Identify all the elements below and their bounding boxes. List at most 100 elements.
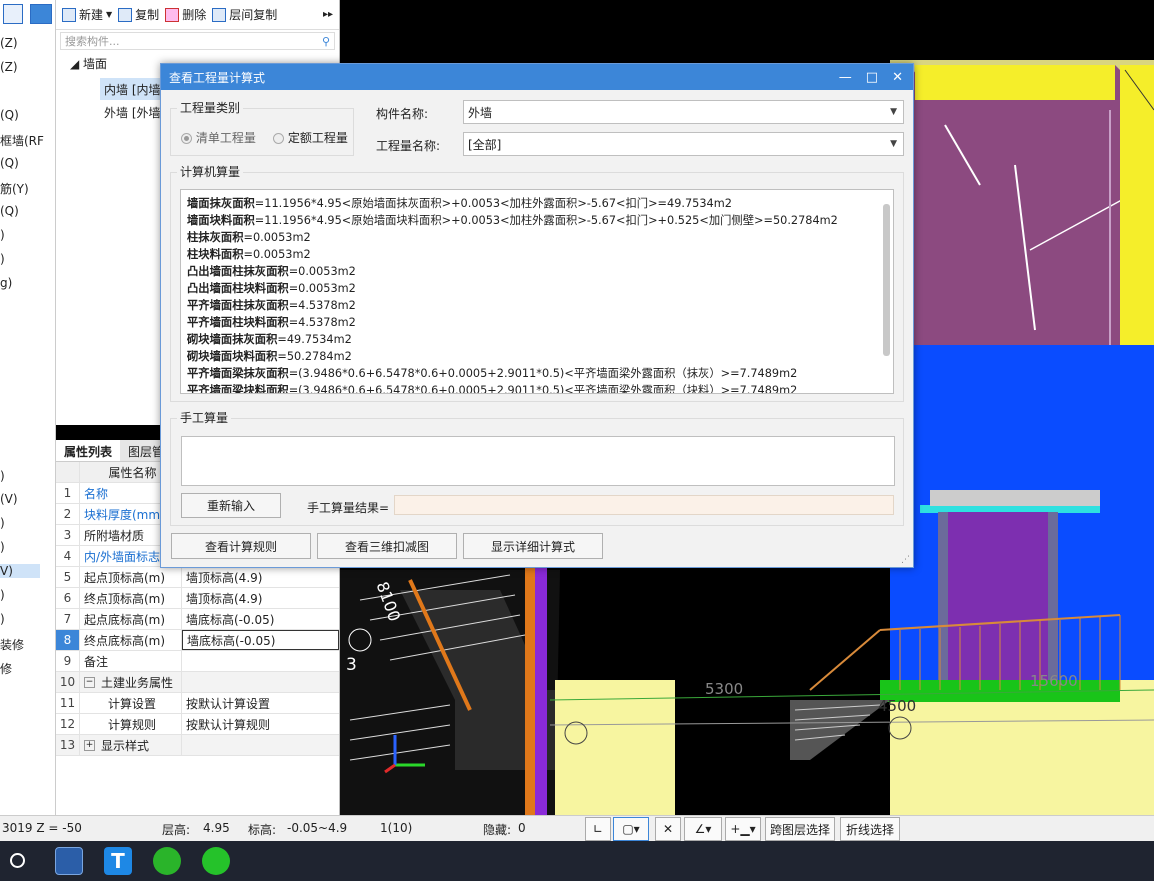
row-number: 13 <box>56 735 80 755</box>
t-app-icon[interactable]: T <box>104 847 132 875</box>
cross-floor-select-button[interactable]: 跨图层选择 <box>765 817 835 841</box>
view-3d-deduction-button[interactable]: 查看三维扣减图 <box>317 533 457 559</box>
property-value[interactable] <box>182 651 339 671</box>
left-strip-item[interactable]: (Q) <box>0 156 19 170</box>
property-row[interactable]: 9 备注 <box>56 651 339 672</box>
list-view-icon[interactable] <box>3 4 23 24</box>
left-strip-item[interactable]: ) <box>0 612 5 626</box>
tree-item-inner-wall[interactable]: 内墙 [内墙 <box>100 78 160 100</box>
expand-toggle-icon[interactable]: − <box>84 676 95 688</box>
manual-input[interactable] <box>181 436 895 486</box>
left-strip-item[interactable]: ) <box>0 469 5 483</box>
cad-app-icon[interactable] <box>55 847 83 875</box>
calc-line-name: 砌块墙面块料面积 <box>187 350 278 363</box>
property-value[interactable]: 墙顶标高(4.9) <box>182 567 339 587</box>
property-row[interactable]: 12 计算规则 按默认计算规则 <box>56 714 339 735</box>
left-strip-item[interactable]: g) <box>0 276 12 290</box>
calc-line-name: 柱块料面积 <box>187 248 244 261</box>
row-number: 10 <box>56 672 80 692</box>
grid-view-icon[interactable] <box>30 4 52 24</box>
row-number: 12 <box>56 714 80 734</box>
calc-line: 平齐墙面梁块料面积=(3.9486*0.6+6.5478*0.6+0.0005+… <box>187 382 887 393</box>
calc-line-name: 凸出墙面柱抹灰面积 <box>187 265 289 278</box>
left-strip-item[interactable]: (Q) <box>0 108 19 122</box>
resize-grip-icon[interactable]: ⋰ <box>901 555 910 565</box>
property-value[interactable] <box>182 672 339 692</box>
property-value[interactable]: 墙底标高(-0.05) <box>182 609 339 629</box>
copy-button[interactable]: 复制 <box>118 6 159 23</box>
property-name-text: 土建业务属性 <box>101 675 174 690</box>
manual-result-label: 手工算量结果= <box>307 501 390 515</box>
scrollbar-thumb[interactable] <box>883 204 890 356</box>
show-detail-formula-button[interactable]: 显示详细计算式 <box>463 533 603 559</box>
calc-line: 平齐墙面柱抹灰面积=4.5378m2 <box>187 297 887 314</box>
cross-icon[interactable]: ✕ <box>655 817 681 841</box>
search-input[interactable]: 搜索构件... ⚲ <box>60 32 335 50</box>
left-strip-item[interactable]: 修 <box>0 660 12 677</box>
row-number: 8 <box>56 630 80 650</box>
view-rules-button[interactable]: 查看计算规则 <box>171 533 311 559</box>
property-value[interactable]: 按默认计算规则 <box>182 714 339 734</box>
property-name-text: 显示样式 <box>101 738 150 753</box>
left-strip-item[interactable]: ) <box>0 252 5 266</box>
property-row[interactable]: 11 计算设置 按默认计算设置 <box>56 693 339 714</box>
close-icon[interactable]: ✕ <box>892 70 903 85</box>
property-value[interactable] <box>182 735 339 755</box>
wechat-icon[interactable] <box>202 847 230 875</box>
search-icon[interactable]: ⚲ <box>322 35 330 48</box>
property-row[interactable]: 5 起点顶标高(m) 墙顶标高(4.9) <box>56 567 339 588</box>
property-value[interactable]: 按默认计算设置 <box>182 693 339 713</box>
left-strip-item[interactable]: ) <box>0 516 5 530</box>
dim-label-4500: 4500 <box>878 697 917 715</box>
radio-quota[interactable]: 定额工程量 <box>273 129 348 146</box>
new-button[interactable]: 新建 ▼ <box>62 6 112 23</box>
property-name-text: 计算设置 <box>108 696 157 711</box>
reinput-button[interactable]: 重新输入 <box>181 493 281 518</box>
floor-copy-button[interactable]: 层间复制 <box>212 6 277 23</box>
delete-button[interactable]: 删除 <box>165 6 206 23</box>
qty-name-select[interactable]: [全部] ▼ <box>463 132 904 156</box>
left-strip-item[interactable]: (Q) <box>0 204 19 218</box>
left-strip-item[interactable]: 筋(Y) <box>0 180 29 197</box>
property-row[interactable]: 7 起点底标高(m) 墙底标高(-0.05) <box>56 609 339 630</box>
component-name-select[interactable]: 外墙 ▼ <box>463 100 904 124</box>
tree-item-outer-wall[interactable]: 外墙 [外墙 <box>100 104 160 121</box>
left-strip-item[interactable]: ) <box>0 588 5 602</box>
minimize-icon[interactable]: — <box>839 70 852 85</box>
property-row[interactable]: 10− 土建业务属性 <box>56 672 339 693</box>
elevation-value: -0.05~4.9 <box>287 821 348 835</box>
radio-bill[interactable]: 清单工程量 <box>181 129 256 146</box>
property-row[interactable]: 8 终点底标高(m) 墙底标高(-0.05) <box>56 630 339 651</box>
property-name-text: 块料厚度(mm <box>84 507 161 522</box>
left-strip-item[interactable]: 装修 <box>0 636 24 653</box>
left-nav-strip: (Z) (Z) (Q) 框墙(RF (Q) 筋(Y) (Q))) g)) (V))) V))) 装修… <box>0 0 56 815</box>
property-row[interactable]: 13 + 显示样式 <box>56 735 339 756</box>
parapet <box>1120 65 1154 355</box>
tab-property-list[interactable]: 属性列表 <box>56 440 121 461</box>
polyline-select-button[interactable]: 折线选择 <box>840 817 900 841</box>
expand-toggle-icon[interactable]: + <box>84 739 95 751</box>
maximize-icon[interactable]: □ <box>866 70 878 85</box>
dimension-icon[interactable]: +▁▾ <box>725 817 761 841</box>
left-strip-item[interactable]: (Z) <box>0 60 18 74</box>
angle-icon[interactable]: ∠▾ <box>684 817 722 841</box>
left-strip-item[interactable]: 框墙(RF <box>0 132 44 149</box>
browser-icon[interactable] <box>153 847 181 875</box>
more-icon[interactable]: ▸▸ <box>323 9 339 20</box>
left-strip-item[interactable]: (Z) <box>0 36 18 50</box>
search-circle-icon[interactable] <box>10 853 25 868</box>
left-strip-item[interactable]: ) <box>0 228 5 242</box>
left-strip-item[interactable]: (V) <box>0 492 18 506</box>
property-value[interactable]: 墙顶标高(4.9) <box>182 588 339 608</box>
left-strip-item[interactable]: V) <box>0 564 40 578</box>
property-name-text: 终点顶标高(m) <box>84 591 166 606</box>
property-row[interactable]: 6 终点顶标高(m) 墙顶标高(4.9) <box>56 588 339 609</box>
status-bar: 3019 Z = -50 层高: 4.95 标高: -0.05~4.9 1(10… <box>0 815 1154 841</box>
calc-formula-text[interactable]: 墙面抹灰面积=11.1956*4.95<原始墙面抹灰面积>+0.0053<加柱外… <box>180 189 894 394</box>
ortho-icon[interactable]: ∟ <box>585 817 611 841</box>
snap-box-icon[interactable]: ▢▾ <box>613 817 649 841</box>
property-value[interactable]: 墙底标高(-0.05) <box>182 630 339 650</box>
left-strip-item[interactable]: ) <box>0 540 5 554</box>
tree-root[interactable]: ◢ 墙面 <box>70 55 107 72</box>
property-name-text: 所附墙材质 <box>84 528 145 543</box>
